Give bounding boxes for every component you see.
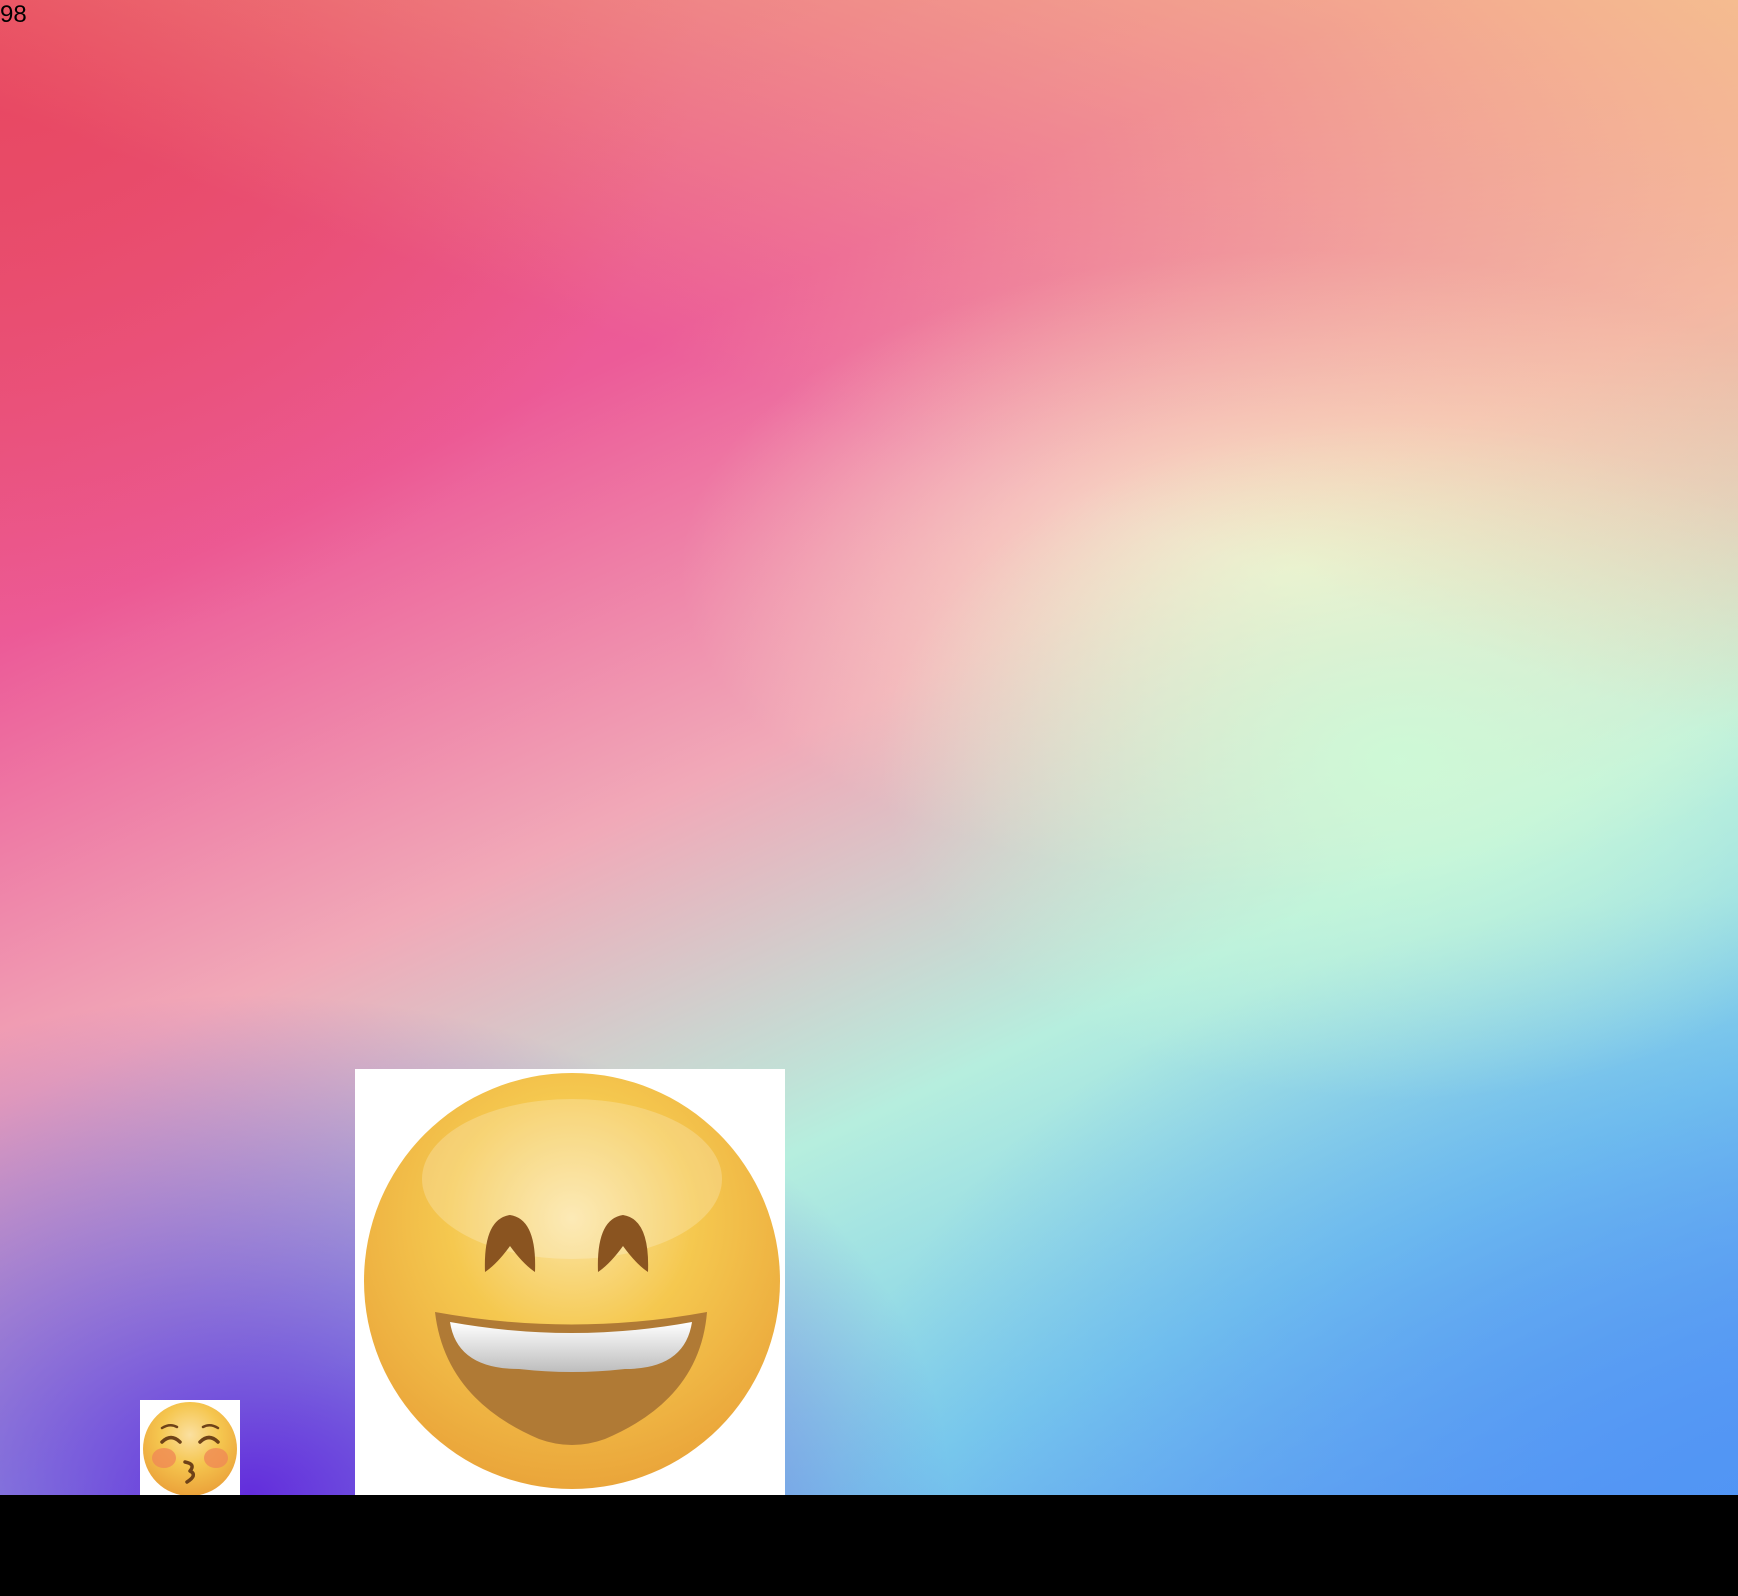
- grinning-face-with-smiling-eyes-icon: [364, 1073, 780, 1489]
- background-gradient: 98: [0, 0, 1738, 1495]
- emoji-tile-large[interactable]: [355, 1069, 785, 1495]
- counter-value: 98: [0, 1, 27, 28]
- bottom-bar: [0, 1495, 1738, 1596]
- kissing-face-with-smiling-eyes-icon: [143, 1402, 237, 1495]
- emoji-tile-small[interactable]: [140, 1400, 240, 1495]
